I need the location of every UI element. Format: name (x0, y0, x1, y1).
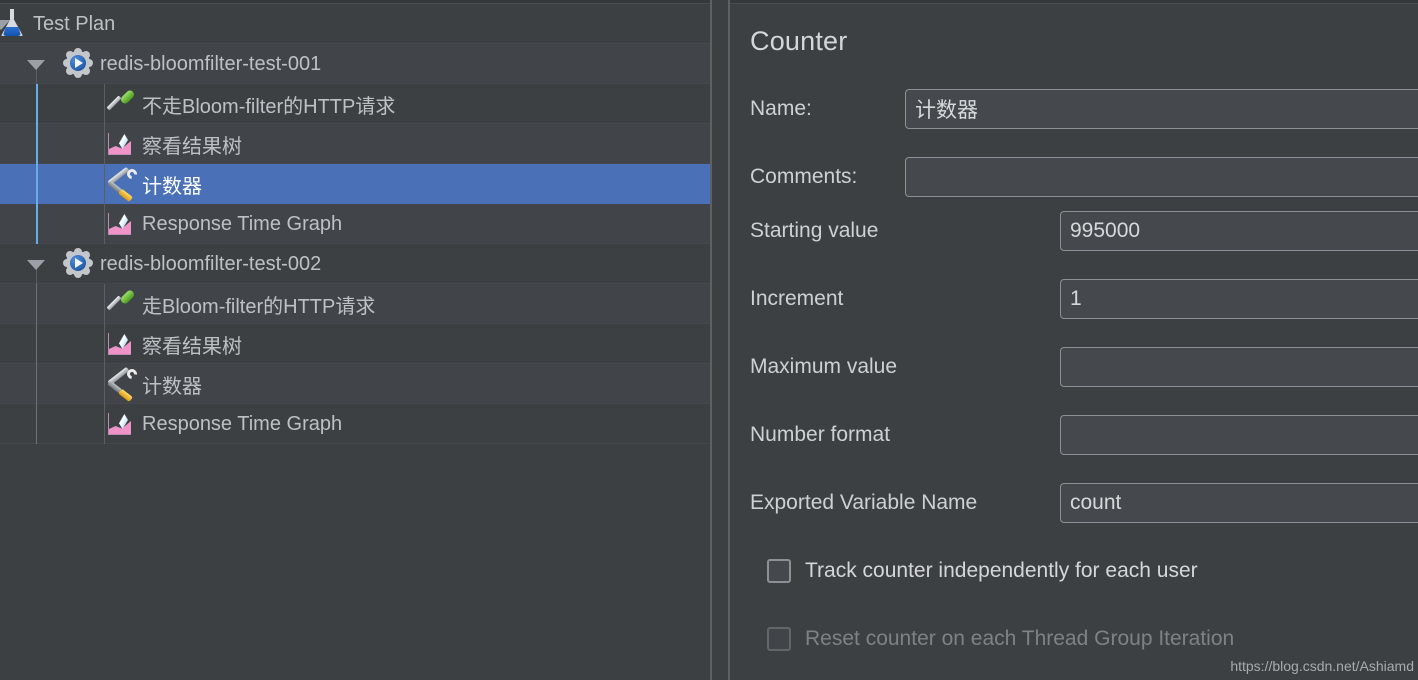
checkbox-icon[interactable] (767, 559, 791, 583)
tree-guide-line (36, 84, 38, 124)
tree-guide-line (36, 284, 37, 324)
tree-row-label: 察看结果树 (142, 135, 242, 158)
tree-guide-line (36, 324, 37, 364)
field-label: Comments: (750, 165, 858, 188)
tree-guide-stub (104, 284, 105, 324)
tree-guide-line (36, 404, 37, 444)
form-row: Name: 计数器 (730, 89, 1418, 129)
thread-group-icon (64, 249, 94, 279)
checkbox-label: Reset counter on each Thread Group Itera… (805, 627, 1235, 650)
counter-config-panel: Counter Name: 计数器 Comments: Starting value 9… (730, 4, 1418, 680)
field-input[interactable]: 995000 (1060, 211, 1418, 251)
tree-row[interactable]: 计数器 (0, 164, 710, 204)
field-label: Starting value (750, 219, 879, 242)
field-input[interactable] (1060, 347, 1418, 387)
form-row: Number format (730, 415, 1418, 455)
checkbox-label: Track counter independently for each use… (805, 559, 1198, 582)
flask-icon (0, 8, 27, 40)
panel-divider-gap (712, 0, 728, 680)
field-input[interactable] (1060, 415, 1418, 455)
checkbox-icon (767, 627, 791, 651)
form-row: Increment 1 (730, 279, 1418, 319)
tree-guide-line (36, 364, 37, 404)
tree-row-label: 走Bloom-filter的HTTP请求 (142, 295, 376, 318)
field-input[interactable]: count (1060, 483, 1418, 523)
tree-row-label: 计数器 (142, 375, 202, 398)
form-row: Exported Variable Name count (730, 483, 1418, 523)
view-results-tree-icon (106, 129, 136, 159)
tree-row-label: redis-bloomfilter-test-002 (100, 252, 322, 275)
field-input[interactable]: 计数器 (905, 89, 1418, 129)
tree-row[interactable]: Response Time Graph (0, 404, 710, 444)
field-label: Exported Variable Name (750, 491, 978, 514)
tree-row[interactable]: 走Bloom-filter的HTTP请求 (0, 284, 710, 324)
http-sampler-icon (106, 288, 138, 319)
tree-guide-line (36, 204, 38, 244)
field-label: Number format (750, 423, 891, 446)
watermark-text: https://blog.csdn.net/Ashiamd (1230, 658, 1414, 674)
tree-guide-stub (104, 84, 105, 124)
counter-icon (106, 366, 140, 402)
tree-guide-stub (104, 404, 105, 444)
page-title: Counter (750, 26, 848, 56)
field-label: Name: (750, 97, 812, 120)
form-row: Maximum value (730, 347, 1418, 387)
tree-guide-stub (104, 324, 105, 364)
response-time-graph-icon (106, 409, 136, 439)
tree-guide-line (36, 164, 38, 204)
view-results-tree-icon (106, 329, 136, 359)
form-row: Starting value 995000 (730, 211, 1418, 251)
test-plan-tree[interactable]: Test Plan redis-bloomfilter-test-001 不走Blo… (0, 4, 710, 680)
checkbox-row: Reset counter on each Thread Group Itera… (730, 622, 1418, 656)
tree-row-label: redis-bloomfilter-test-001 (100, 52, 322, 75)
tree-guide-stub (104, 164, 105, 204)
tree-row-label: Test Plan (33, 12, 116, 35)
response-time-graph-icon (106, 209, 136, 239)
counter-icon (106, 166, 140, 202)
tree-guide-stub (104, 204, 105, 244)
http-sampler-icon (106, 88, 138, 119)
thread-group-icon (64, 49, 94, 79)
tree-row-label: 不走Bloom-filter的HTTP请求 (142, 95, 396, 118)
tree-guide-stub (104, 364, 105, 404)
form-row: Comments: (730, 157, 1418, 197)
jmeter-window: Test Plan redis-bloomfilter-test-001 不走Blo… (0, 0, 1418, 680)
field-input[interactable] (905, 157, 1418, 197)
tree-row[interactable]: redis-bloomfilter-test-001 (0, 44, 710, 84)
tree-row-label: Response Time Graph (142, 412, 343, 435)
tree-row[interactable]: 察看结果树 (0, 324, 710, 364)
tree-row[interactable]: 察看结果树 (0, 124, 710, 164)
tree-row-label: Response Time Graph (142, 212, 343, 235)
tree-row[interactable]: Test Plan (0, 4, 710, 44)
tree-guide-stub (104, 124, 105, 164)
tree-row-label: 察看结果树 (142, 335, 242, 358)
field-label: Maximum value (750, 355, 898, 378)
tree-guide-line (36, 124, 38, 164)
tree-row[interactable]: 计数器 (0, 364, 710, 404)
tree-expander-icon[interactable] (27, 60, 45, 70)
tree-row[interactable]: 不走Bloom-filter的HTTP请求 (0, 84, 710, 124)
field-input[interactable]: 1 (1060, 279, 1418, 319)
tree-row-label: 计数器 (142, 175, 202, 198)
field-label: Increment (750, 287, 844, 310)
tree-row[interactable]: Response Time Graph (0, 204, 710, 244)
checkbox-row[interactable]: Track counter independently for each use… (730, 554, 1418, 588)
tree-row[interactable]: redis-bloomfilter-test-002 (0, 244, 710, 284)
tree-expander-icon[interactable] (27, 260, 45, 270)
